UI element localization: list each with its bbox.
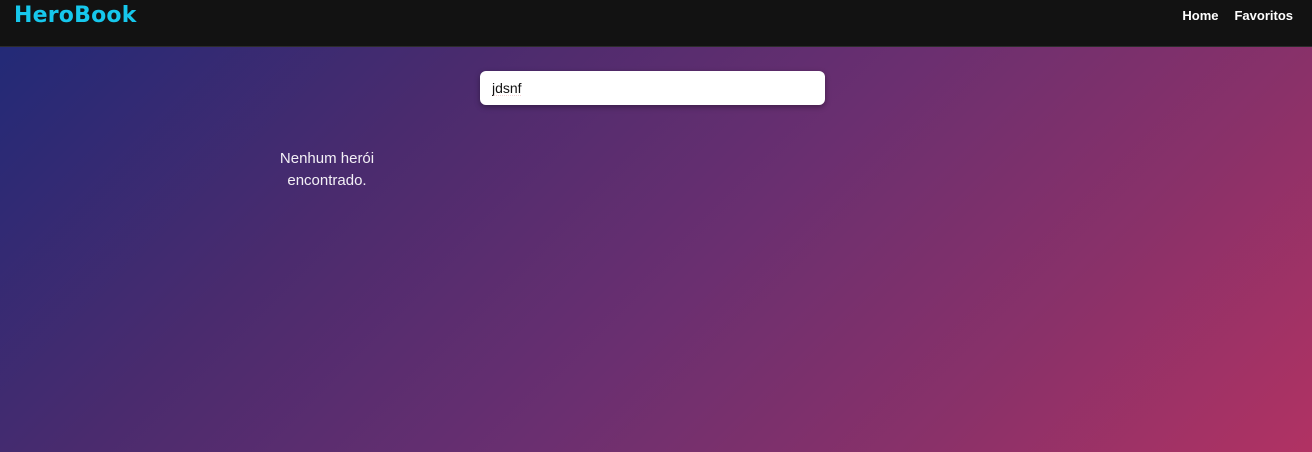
brand-logo[interactable]: HeroBook xyxy=(14,2,137,30)
nav-link-favoritos[interactable]: Favoritos xyxy=(1234,8,1293,24)
search-input[interactable] xyxy=(480,71,825,105)
nav-links: Home Favoritos xyxy=(1182,8,1293,24)
search-box xyxy=(480,71,825,105)
navbar: HeroBook Home Favoritos xyxy=(0,0,1312,47)
empty-results-message: Nenhum herói encontrado. xyxy=(279,150,375,189)
nav-link-home[interactable]: Home xyxy=(1182,8,1218,24)
